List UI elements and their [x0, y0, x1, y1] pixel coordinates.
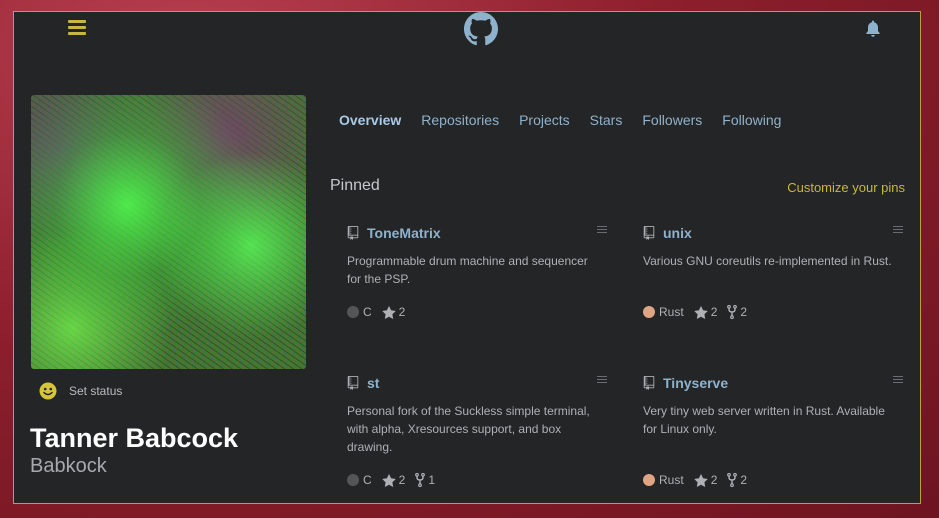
- stars-count: 2: [710, 473, 718, 487]
- tab-stars[interactable]: Stars: [590, 112, 623, 128]
- stars-count: 2: [710, 305, 718, 319]
- repo-icon: [347, 226, 359, 240]
- pinned-repo-card: st Personal fork of the Suckless simple …: [347, 374, 607, 503]
- profile-full-name: Tanner Babcock: [30, 423, 239, 453]
- set-status-button[interactable]: Set status: [39, 382, 122, 400]
- repo-forks-link[interactable]: 2: [727, 305, 747, 319]
- repo-language: C: [347, 473, 372, 487]
- drag-handle-icon[interactable]: [597, 376, 607, 388]
- profile-tabs: Overview Repositories Projects Stars Fol…: [339, 112, 781, 128]
- fork-icon: [727, 473, 738, 487]
- drag-handle-icon[interactable]: [893, 376, 903, 388]
- pinned-repo-card: ToneMatrix Programmable drum machine and…: [347, 224, 607, 354]
- repo-stars-link[interactable]: 2: [693, 473, 718, 487]
- tab-projects[interactable]: Projects: [519, 112, 570, 128]
- github-octocat-icon[interactable]: [464, 12, 498, 46]
- language-label: Rust: [659, 305, 684, 319]
- fork-icon: [415, 473, 426, 487]
- repo-description: Various GNU coreutils re-implemented in …: [643, 254, 892, 268]
- fork-icon: [727, 305, 738, 319]
- smiley-icon: [39, 382, 57, 400]
- stars-count: 2: [398, 473, 406, 487]
- repo-description: Personal fork of the Suckless simple ter…: [347, 404, 590, 454]
- repo-language: C: [347, 305, 372, 319]
- language-label: C: [363, 305, 372, 319]
- forks-count: 1: [428, 473, 436, 487]
- repo-forks-link[interactable]: 1: [415, 473, 435, 487]
- repo-icon: [643, 376, 655, 390]
- repo-language: Rust: [643, 305, 684, 319]
- hamburger-menu-icon[interactable]: [68, 20, 86, 36]
- language-color-dot: [643, 474, 655, 486]
- tab-following[interactable]: Following: [722, 112, 781, 128]
- repo-name-link[interactable]: Tinyserve: [663, 375, 728, 391]
- language-color-dot: [347, 306, 359, 318]
- forks-count: 2: [740, 473, 748, 487]
- tab-followers[interactable]: Followers: [642, 112, 702, 128]
- repo-forks-link[interactable]: 2: [727, 473, 747, 487]
- stars-count: 2: [398, 305, 406, 319]
- set-status-label: Set status: [69, 384, 123, 398]
- repo-icon: [347, 376, 359, 390]
- pinned-heading: Pinned: [330, 177, 380, 194]
- pinned-repo-card: Tinyserve Very tiny web server written i…: [643, 374, 903, 503]
- star-icon: [693, 305, 708, 319]
- repo-description: Very tiny web server written in Rust. Av…: [643, 404, 885, 436]
- language-color-dot: [643, 306, 655, 318]
- bell-icon[interactable]: [865, 20, 881, 38]
- repo-name-link[interactable]: unix: [663, 225, 692, 241]
- repo-stars-link[interactable]: 2: [381, 473, 406, 487]
- tab-overview[interactable]: Overview: [339, 112, 401, 128]
- repo-stars-link[interactable]: 2: [693, 305, 718, 319]
- profile-username: Babkock: [30, 455, 107, 477]
- repo-icon: [643, 226, 655, 240]
- avatar[interactable]: [31, 95, 306, 369]
- star-icon: [381, 473, 396, 487]
- star-icon: [693, 473, 708, 487]
- customize-pins-link[interactable]: Customize your pins: [787, 180, 905, 195]
- forks-count: 2: [740, 305, 748, 319]
- profile-window: Set status Tanner Babcock Babkock Overvi…: [13, 11, 921, 504]
- drag-handle-icon[interactable]: [893, 226, 903, 238]
- drag-handle-icon[interactable]: [597, 226, 607, 238]
- repo-description: Programmable drum machine and sequencer …: [347, 254, 588, 286]
- repo-stars-link[interactable]: 2: [381, 305, 406, 319]
- language-color-dot: [347, 474, 359, 486]
- language-label: Rust: [659, 473, 684, 487]
- repo-name-link[interactable]: st: [367, 375, 379, 391]
- star-icon: [381, 305, 396, 319]
- pinned-repo-card: unix Various GNU coreutils re-implemente…: [643, 224, 903, 354]
- repo-language: Rust: [643, 473, 684, 487]
- language-label: C: [363, 473, 372, 487]
- tab-repositories[interactable]: Repositories: [421, 112, 499, 128]
- repo-name-link[interactable]: ToneMatrix: [367, 225, 441, 241]
